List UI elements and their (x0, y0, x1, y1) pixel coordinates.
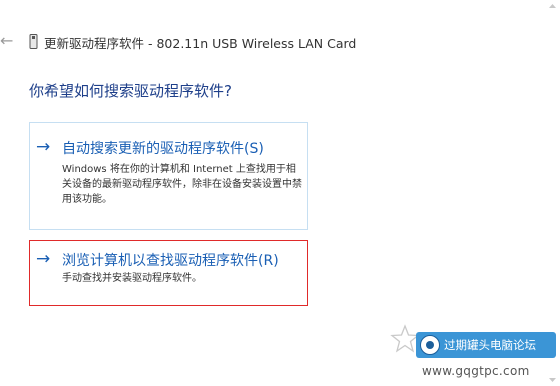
watermark-url: www.gqgtpc.com (422, 364, 530, 378)
forum-logo-icon (420, 335, 440, 355)
auto-search-description: Windows 将在你的计算机和 Internet 上查找用于相关设备的最新驱动… (62, 164, 302, 205)
browse-computer-title: 浏览计算机以查找驱动程序软件(R) (62, 253, 279, 269)
page-heading: 你希望如何搜索驱动程序软件? (29, 82, 232, 100)
window-title: 更新驱动程序软件 - 802.11n USB Wireless LAN Card (44, 36, 357, 51)
arrow-right-icon: → (36, 137, 51, 157)
browse-computer-option[interactable]: → 浏览计算机以查找驱动程序软件(R) 手动查找并安装驱动程序软件。 (29, 240, 308, 306)
auto-search-option[interactable]: → 自动搜索更新的驱动程序软件(S) Windows 将在你的计算机和 Inte… (29, 122, 308, 230)
browse-computer-description: 手动查找并安装驱动程序软件。 (62, 273, 202, 284)
watermark: 过期罐头电脑论坛 www.gqgtpc.com (380, 320, 560, 386)
usb-device-icon (29, 34, 38, 49)
watermark-badge: 过期罐头电脑论坛 (416, 332, 556, 358)
watermark-label: 过期罐头电脑论坛 (444, 338, 536, 352)
window-titlebar: ← 更新驱动程序软件 - 802.11n USB Wireless LAN Ca… (0, 30, 560, 54)
arrow-right-icon: → (36, 249, 51, 269)
back-arrow-icon[interactable]: ← (0, 30, 13, 52)
auto-search-title: 自动搜索更新的驱动程序软件(S) (62, 141, 264, 157)
